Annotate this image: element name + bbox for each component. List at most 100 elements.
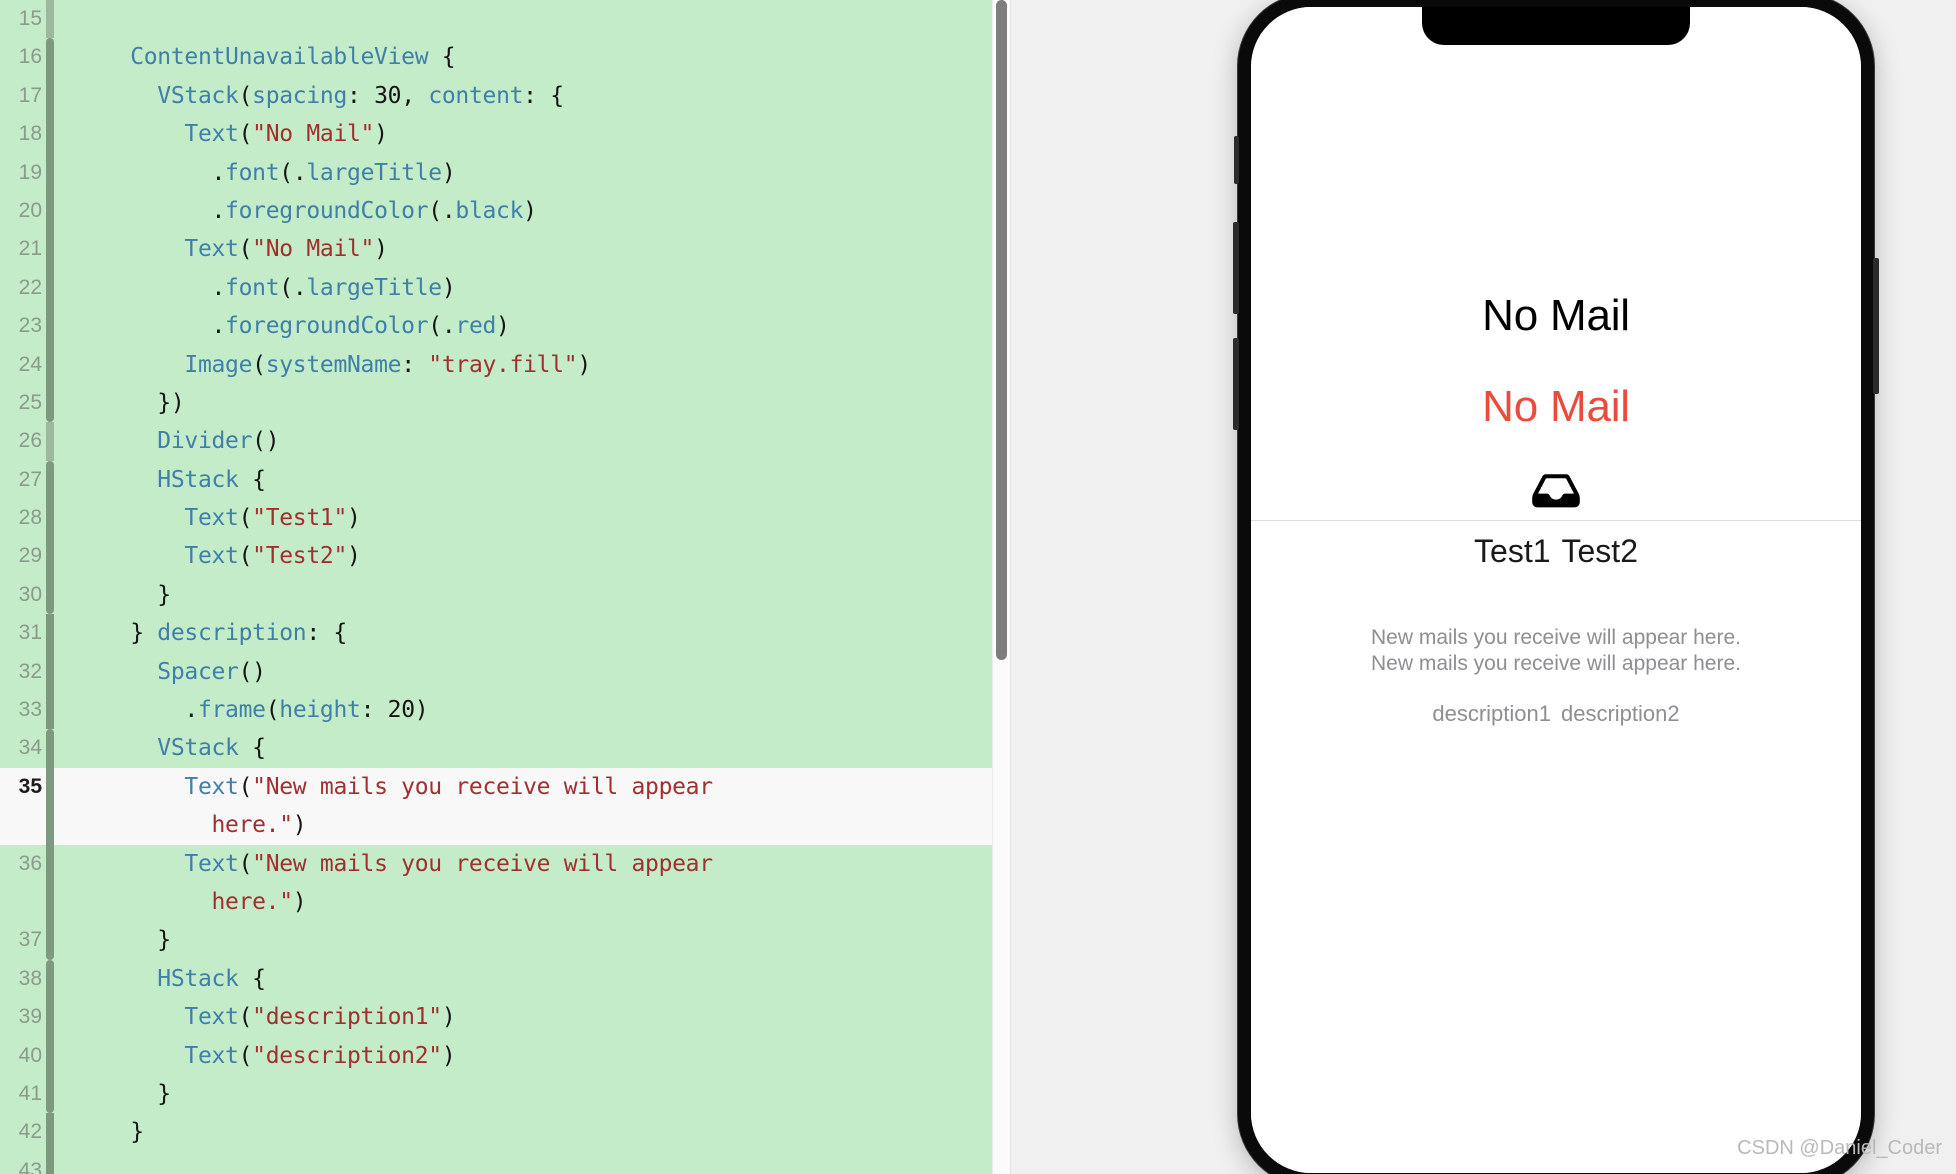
fold-indicator-35[interactable] [42,767,58,845]
fold-indicator-42[interactable] [42,1113,58,1152]
code-lines-container[interactable]: 15 16 ContentUnavailableView {17 VStack(s… [0,0,992,1174]
fold-indicator-31[interactable] [42,614,58,653]
code-text-38[interactable]: HStack { [58,960,992,998]
code-line-24[interactable]: 24 Image(systemName: "tray.fill") [0,345,992,384]
token-punc: { [428,44,456,71]
code-line-42[interactable]: 42 } [0,1113,992,1152]
code-line-29[interactable]: 29 Text("Test2") [0,537,992,576]
code-text-35[interactable]: Text("New mails you receive will appear … [58,768,992,845]
fold-indicator-20[interactable] [42,191,58,231]
code-text-24[interactable]: Image(systemName: "tray.fill") [58,346,992,384]
code-line-32[interactable]: 32 Spacer() [0,652,992,692]
code-line-40[interactable]: 40 Text("description2") [0,1036,992,1075]
code-text-18[interactable]: Text("No Mail") [58,115,992,153]
fold-indicator-26[interactable] [42,422,58,461]
volume-up-button[interactable] [1233,222,1239,314]
fold-indicator-40[interactable] [42,1036,58,1075]
editor-vertical-scrollbar-thumb[interactable] [996,0,1007,660]
code-line-19[interactable]: 19 .font(.largeTitle) [0,153,992,192]
power-button[interactable] [1873,258,1879,394]
code-text-40[interactable]: Text("description2") [58,1037,992,1075]
code-line-26[interactable]: 26 Divider() [0,422,992,461]
code-text-16[interactable]: ContentUnavailableView { [58,38,992,76]
fold-indicator-33[interactable] [42,691,58,730]
code-text-27[interactable]: HStack { [58,461,992,499]
silent-switch-button[interactable] [1234,136,1239,184]
token-punc [76,697,184,723]
code-text-22[interactable]: .font(.largeTitle) [58,269,992,307]
code-text-29[interactable]: Text("Test2") [58,537,992,575]
code-text-26[interactable]: Divider() [58,422,992,460]
fold-indicator-30[interactable] [42,575,58,615]
fold-indicator-38[interactable] [42,959,58,999]
fold-indicator-41[interactable] [42,1074,58,1114]
code-line-21[interactable]: 21 Text("No Mail") [0,230,992,269]
code-text-20[interactable]: .foregroundColor(.black) [58,192,992,230]
preview-canvas-pane[interactable]: No Mail No Mail Test1 Test2 New mails yo… [1022,0,1956,1174]
code-text-39[interactable]: Text("description1") [58,998,992,1036]
fold-indicator-17[interactable] [42,76,58,116]
fold-indicator-18[interactable] [42,115,58,154]
code-line-34[interactable]: 34 VStack { [0,729,992,768]
code-text-25[interactable]: }) [58,384,992,422]
fold-indicator-32[interactable] [42,652,58,692]
fold-indicator-22[interactable] [42,268,58,308]
fold-indicator-39[interactable] [42,998,58,1037]
fold-indicator-27[interactable] [42,460,58,500]
code-text-33[interactable]: .frame(height: 20) [58,691,992,729]
code-text-34[interactable]: VStack { [58,729,992,767]
app-root: 15 16 ContentUnavailableView {17 VStack(s… [0,0,1956,1174]
fold-indicator-25[interactable] [42,383,58,423]
code-text-19[interactable]: .font(.largeTitle) [58,154,992,192]
volume-down-button[interactable] [1233,338,1239,430]
code-text-36[interactable]: Text("New mails you receive will appear … [58,845,992,922]
fold-indicator-36[interactable] [42,844,58,922]
fold-indicator-21[interactable] [42,230,58,269]
code-text-30[interactable]: } [58,576,992,614]
fold-indicator-19[interactable] [42,153,58,192]
fold-indicator-15[interactable] [42,0,58,39]
code-line-18[interactable]: 18 Text("No Mail") [0,115,992,154]
code-line-17[interactable]: 17 VStack(spacing: 30, content: { [0,76,992,116]
fold-indicator-24[interactable] [42,345,58,384]
code-line-39[interactable]: 39 Text("description1") [0,998,992,1037]
code-line-30[interactable]: 30 } [0,575,992,615]
code-line-36[interactable]: 36 Text("New mails you receive will appe… [0,844,992,922]
code-line-33[interactable]: 33 .frame(height: 20) [0,691,992,730]
code-line-22[interactable]: 22 .font(.largeTitle) [0,268,992,308]
fold-indicator-29[interactable] [42,537,58,576]
code-line-35[interactable]: 35 Text("New mails you receive will appe… [0,767,992,845]
code-line-38[interactable]: 38 HStack { [0,959,992,999]
code-line-16[interactable]: 16 ContentUnavailableView { [0,38,992,77]
fold-indicator-34[interactable] [42,729,58,768]
code-line-15[interactable]: 15 [0,0,992,39]
code-text-23[interactable]: .foregroundColor(.red) [58,307,992,345]
code-text-32[interactable]: Spacer() [58,653,992,691]
code-line-37[interactable]: 37 } [0,921,992,960]
iphone-screen[interactable]: No Mail No Mail Test1 Test2 New mails yo… [1251,7,1861,1173]
code-text-31[interactable]: } description: { [58,614,992,652]
code-line-23[interactable]: 23 .foregroundColor(.red) [0,307,992,346]
code-text-28[interactable]: Text("Test1") [58,499,992,537]
code-line-43[interactable]: 43 [0,1151,992,1174]
fold-indicator-28[interactable] [42,499,58,538]
code-line-41[interactable]: 41 } [0,1074,992,1114]
code-line-28[interactable]: 28 Text("Test1") [0,499,992,538]
code-text-41[interactable]: } [58,1075,992,1113]
fold-indicator-43[interactable] [42,1151,58,1174]
code-line-20[interactable]: 20 .foregroundColor(.black) [0,191,992,231]
code-text-37[interactable]: } [58,921,992,959]
code-text-42[interactable]: } [58,1113,992,1151]
code-line-31[interactable]: 31 } description: { [0,614,992,653]
line-number-25: 25 [18,390,42,414]
code-line-25[interactable]: 25 }) [0,383,992,423]
token-punc: ) [523,197,537,224]
fold-indicator-23[interactable] [42,307,58,346]
code-text-17[interactable]: VStack(spacing: 30, content: { [58,77,992,115]
fold-indicator-16[interactable] [42,38,58,77]
source-editor-pane[interactable]: 15 16 ContentUnavailableView {17 VStack(s… [0,0,1022,1174]
fold-indicator-37[interactable] [42,921,58,960]
token-punc: }) [76,389,185,416]
code-line-27[interactable]: 27 HStack { [0,460,992,500]
code-text-21[interactable]: Text("No Mail") [58,230,992,268]
